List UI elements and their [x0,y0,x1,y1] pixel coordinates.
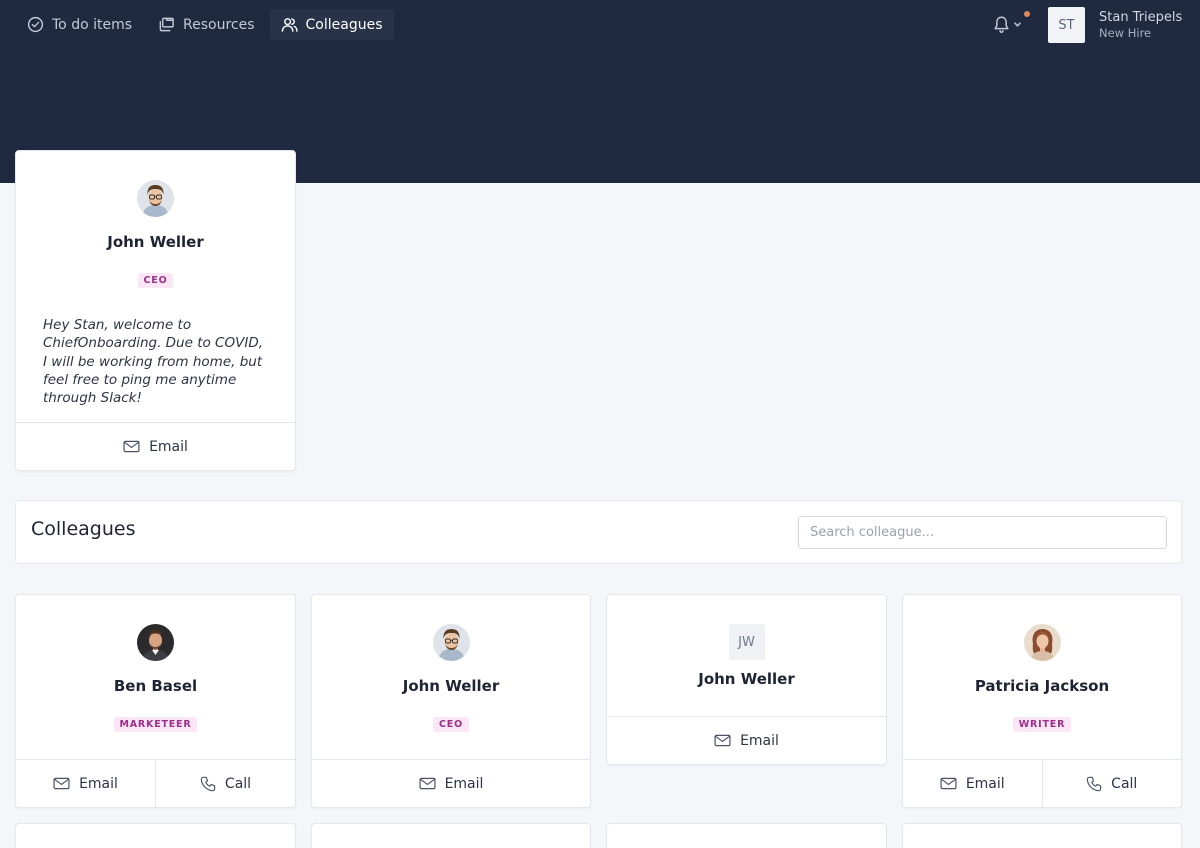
nav-item-label: Colleagues [305,16,383,33]
mail-icon [940,777,957,790]
email-button[interactable]: Email [312,760,590,807]
user-name: Stan Triepels [1099,10,1183,25]
role-badge: CEO [137,273,174,288]
card-footer: Email [16,422,295,470]
check-circle-icon [27,16,44,33]
panel-title: Colleagues [31,518,136,540]
email-label: Email [740,732,779,749]
person-photo-icon [137,624,174,661]
colleague-name: John Weller [107,233,204,251]
person-photo-icon [433,624,470,661]
notification-dot [1024,11,1030,17]
person-photo-icon [137,180,174,217]
email-label: Email [965,775,1005,792]
role-badge: CEO [433,717,469,732]
nav-item-label: Resources [183,16,255,33]
person-photo-icon [1024,624,1061,661]
mail-icon [714,734,731,747]
avatar [137,180,174,217]
avatar [137,624,174,661]
avatar [1024,624,1061,661]
card-footer: Email Call [16,759,295,807]
email-label: Email [79,775,118,792]
avatar-initials: JW [728,624,765,660]
colleague-card: Ben Basel MARKETEER Email Call [15,594,296,808]
nav-item-label: To do items [52,16,133,33]
nav-item-resources[interactable]: Resources [147,9,266,40]
notifications-button[interactable] [993,11,1030,34]
colleague-name: Patricia Jackson [974,677,1110,695]
colleague-card [15,823,296,848]
colleague-name: Ben Basel [113,677,198,695]
colleague-card [311,823,591,848]
call-button[interactable]: Call [1041,760,1182,807]
card-footer: Email Call [903,759,1181,807]
email-button[interactable]: Email [16,423,295,470]
user-avatar[interactable]: ST [1048,7,1085,43]
main-nav: To do items Resources Colleagues [16,9,394,40]
call-label: Call [1111,775,1138,792]
email-label: Email [444,775,484,792]
nav-item-todo[interactable]: To do items [16,9,143,40]
colleague-card: Patricia Jackson WRITER Email Call [902,594,1182,808]
call-button[interactable]: Call [155,760,295,807]
email-button[interactable]: Email [607,717,886,764]
phone-icon [1086,776,1102,792]
user-role: New Hire [1099,26,1152,40]
colleague-name: John Weller [698,670,795,688]
mail-icon [53,777,70,790]
chevron-down-icon [1014,22,1021,27]
users-icon [281,18,298,32]
welcome-message: Hey Stan, welcome to ChiefOnboarding. Du… [43,317,264,407]
search-input[interactable] [798,516,1167,549]
colleague-card [606,823,887,848]
card-footer: Email [607,716,886,764]
mail-icon [123,440,140,453]
nav-item-colleagues[interactable]: Colleagues [269,9,394,40]
welcome-card: John Weller CEO Hey Stan, welcome to Chi… [15,150,296,471]
avatar [433,624,470,661]
colleague-name: John Weller [402,677,500,695]
email-label: Email [149,438,188,455]
role-badge: WRITER [1012,717,1072,732]
colleague-card: JW John Weller Email [606,594,887,765]
card-footer: Email [312,759,590,807]
phone-icon [200,776,216,792]
folders-icon [159,17,174,32]
bell-icon [994,16,1009,33]
email-button[interactable]: Email [16,760,155,807]
role-badge: MARKETEER [113,717,198,732]
colleague-card [902,823,1182,848]
call-label: Call [224,775,252,792]
colleagues-panel: Colleagues [15,500,1182,564]
email-button[interactable]: Email [903,760,1042,807]
mail-icon [419,777,436,790]
colleague-card: John Weller CEO Email [311,594,591,808]
